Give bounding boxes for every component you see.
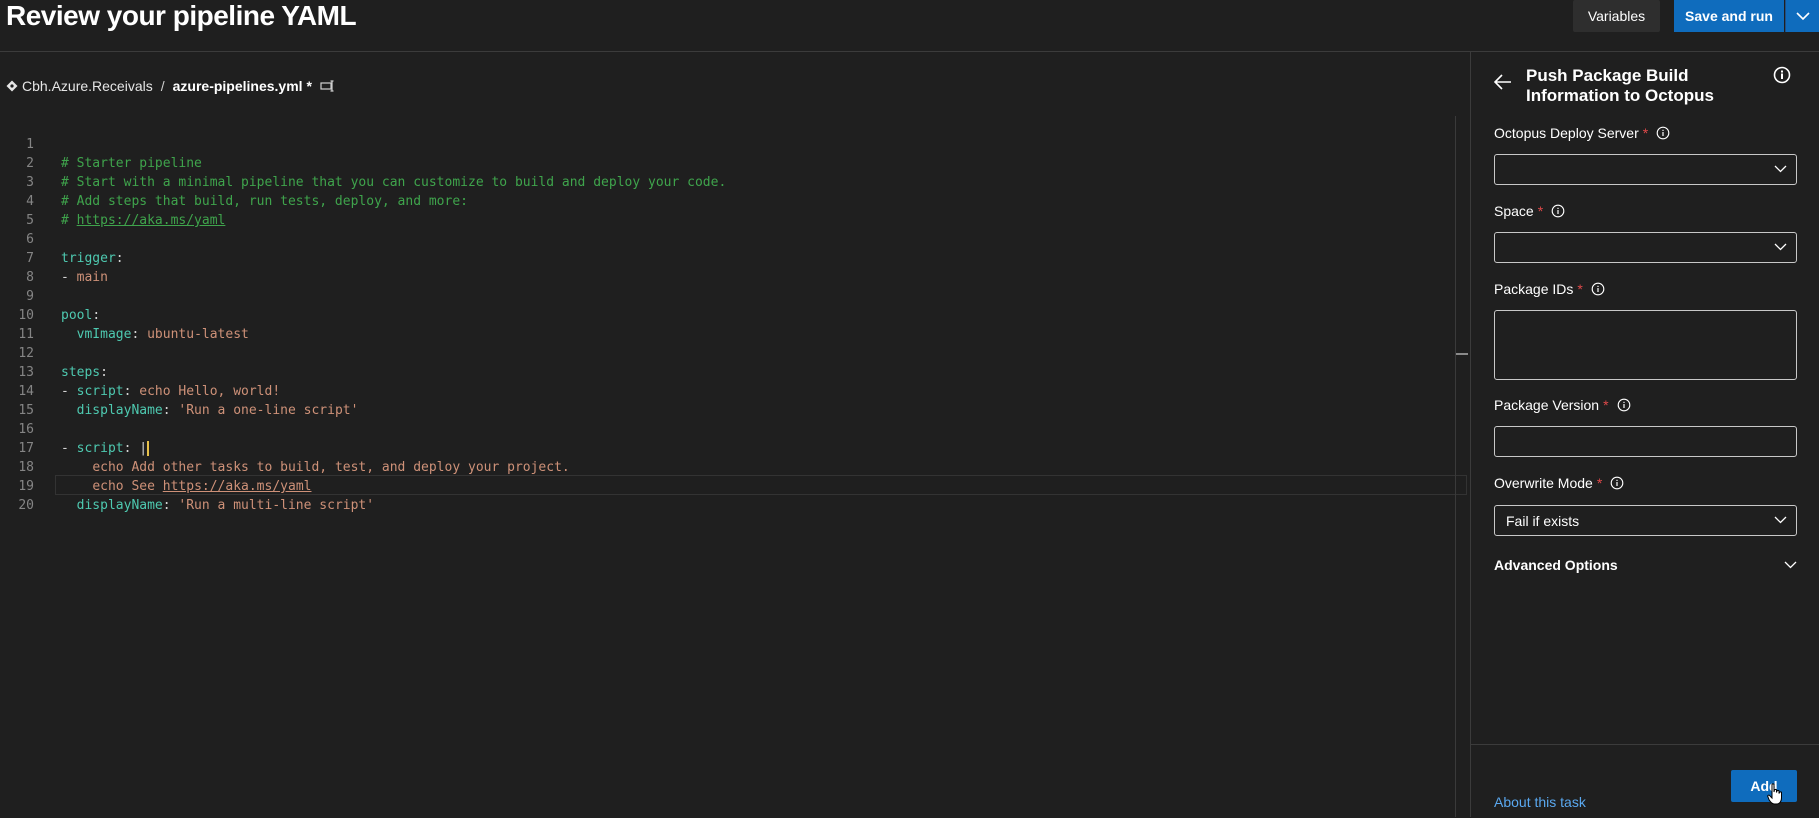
yaml-key: displayName <box>76 498 163 513</box>
code-line[interactable]: 16 - script: | <box>0 401 1468 456</box>
required-marker: * <box>1537 203 1544 219</box>
code-line[interactable]: 2 # Start with a minimal pipeline that y… <box>0 135 1468 190</box>
code-line[interactable]: 17 echo Add other tasks to build, test, … <box>0 420 1468 475</box>
chevron-down-icon <box>1774 516 1787 524</box>
code-line[interactable]: 14 displayName: 'Run a one-line script' <box>0 363 1468 418</box>
editor-scrollbar[interactable] <box>1455 116 1456 817</box>
space-label: Space * <box>1494 203 1565 219</box>
chevron-down-icon <box>1774 243 1787 251</box>
save-and-run-dropdown[interactable] <box>1785 0 1819 32</box>
line-number: 20 <box>18 498 34 513</box>
task-title: Push Package Build Information to Octopu… <box>1526 66 1714 105</box>
overwrite-mode-select[interactable]: Fail if exists <box>1494 505 1797 536</box>
scrollbar-marker <box>1456 353 1468 355</box>
package-version-label: Package Version * <box>1494 397 1631 413</box>
hand-cursor-icon <box>1767 783 1782 805</box>
code-line[interactable]: 7 - main <box>0 230 1468 285</box>
code-line[interactable]: 12 steps: <box>0 325 1468 380</box>
info-icon[interactable] <box>1773 66 1791 84</box>
server-label: Octopus Deploy Server * <box>1494 125 1670 141</box>
breadcrumb-repo[interactable]: Cbh.Azure.Receivals <box>22 78 153 94</box>
required-marker: * <box>1603 397 1609 413</box>
octopus-server-select[interactable] <box>1494 154 1797 185</box>
yaml-value: 'Run a multi-line script' <box>178 498 375 513</box>
code-line[interactable]: 6 trigger: <box>0 211 1468 266</box>
code-line[interactable]: 10 vmImage: ubuntu-latest <box>0 287 1468 342</box>
chevron-down-icon <box>1795 11 1810 20</box>
package-ids-textarea[interactable] <box>1494 310 1797 380</box>
variables-button[interactable]: Variables <box>1573 0 1660 32</box>
page-header: Review your pipeline YAML Variables Save… <box>0 0 1819 52</box>
breadcrumb-separator: / <box>160 78 165 94</box>
select-value: Fail if exists <box>1506 513 1580 529</box>
code-line[interactable]: 15 <box>0 382 1468 418</box>
add-button[interactable]: Add <box>1731 770 1797 802</box>
chevron-down-icon <box>1774 165 1787 173</box>
package-ids-label: Package IDs * <box>1494 281 1605 297</box>
rename-icon[interactable] <box>320 80 336 92</box>
code-line[interactable]: 1 # Starter pipeline <box>0 116 1468 171</box>
current-line-highlight <box>55 475 1467 495</box>
code-line[interactable]: 5 <box>0 192 1468 228</box>
breadcrumb-file: azure-pipelines.yml * <box>172 78 312 94</box>
required-marker: * <box>1577 281 1583 297</box>
repo-icon <box>6 80 18 92</box>
required-marker: * <box>1596 475 1603 491</box>
info-icon[interactable] <box>1610 476 1624 490</box>
code-line[interactable]: 13 - script: echo Hello, world! <box>0 344 1468 399</box>
code-line[interactable]: 3 # Add steps that build, run tests, dep… <box>0 154 1468 209</box>
yaml-editor[interactable]: 1 # Starter pipeline 2 # Start with a mi… <box>0 116 1468 817</box>
package-version-input[interactable] <box>1494 426 1797 457</box>
task-assistant-panel: Push Package Build Information to Octopu… <box>1470 52 1819 817</box>
info-icon[interactable] <box>1656 126 1670 140</box>
page-title: Review your pipeline YAML <box>6 0 357 31</box>
advanced-options-toggle[interactable]: Advanced Options <box>1494 557 1797 579</box>
info-icon[interactable] <box>1617 398 1631 412</box>
code-line[interactable]: 8 <box>0 249 1468 285</box>
code-line[interactable]: 11 <box>0 306 1468 342</box>
code-line[interactable]: 9 pool: <box>0 268 1468 323</box>
breadcrumb: Cbh.Azure.Receivals / azure-pipelines.ym… <box>6 76 336 96</box>
required-marker: * <box>1642 125 1649 141</box>
code-line[interactable]: 18 echo See https://aka.ms/yaml <box>0 439 1468 494</box>
advanced-options-label: Advanced Options <box>1494 557 1618 573</box>
space-select[interactable] <box>1494 232 1797 263</box>
back-arrow-icon[interactable] <box>1494 74 1512 90</box>
about-task-link[interactable]: About this task <box>1494 794 1586 810</box>
chevron-down-icon <box>1784 561 1797 569</box>
overwrite-mode-label: Overwrite Mode * <box>1494 475 1624 491</box>
code-line[interactable]: 4 # https://aka.ms/yaml <box>0 173 1468 228</box>
save-and-run-button[interactable]: Save and run <box>1674 0 1784 32</box>
info-icon[interactable] <box>1591 282 1605 296</box>
info-icon[interactable] <box>1551 204 1565 218</box>
